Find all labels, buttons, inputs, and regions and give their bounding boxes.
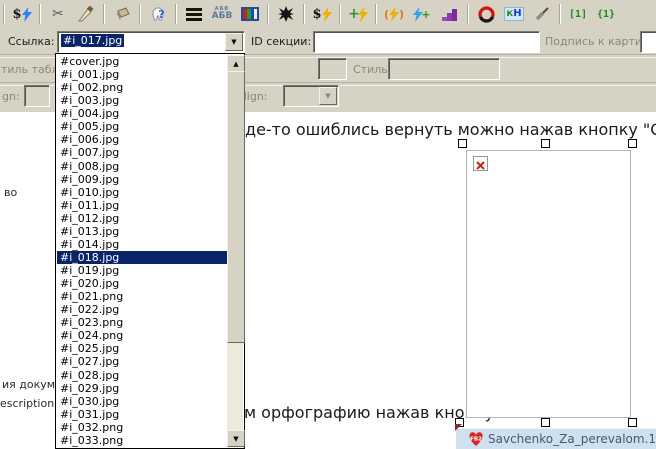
dropdown-item[interactable]: #i_032.png bbox=[57, 421, 227, 434]
selection-handle-bottom-center[interactable] bbox=[541, 418, 550, 427]
dropdown-item[interactable]: #i_004.jpg bbox=[57, 107, 227, 120]
dropdown-item[interactable]: #i_019.jpg bbox=[57, 264, 227, 277]
section-id-input[interactable] bbox=[313, 31, 540, 53]
toolbar-separator bbox=[0, 3, 8, 25]
align-label-fragment: gn: bbox=[2, 90, 20, 103]
toolbar-separator bbox=[172, 3, 180, 25]
link-combobox-dropdown-button[interactable]: ▼ bbox=[225, 33, 243, 51]
kh-icon[interactable]: кН bbox=[500, 2, 528, 26]
tooth-question-icon[interactable]: ? bbox=[144, 2, 172, 26]
dropdown-item[interactable]: #i_021.png bbox=[57, 290, 227, 303]
broken-image-icon bbox=[473, 156, 488, 171]
toolbar-separator bbox=[264, 3, 272, 25]
dropdown-item[interactable]: #i_020.jpg bbox=[57, 277, 227, 290]
link-dropdown-list: #cover.jpg#i_001.jpg#i_002.png#i_003.jpg… bbox=[55, 53, 245, 449]
link-combobox-value: #i_017.jpg bbox=[61, 34, 124, 47]
dropdown-item[interactable]: #i_003.jpg bbox=[57, 94, 227, 107]
style-label: Стиль: bbox=[353, 63, 391, 76]
brush-icon[interactable] bbox=[528, 2, 556, 26]
scroll-down-button[interactable]: ▼ bbox=[227, 430, 245, 447]
toolbar-separator bbox=[300, 3, 308, 25]
dropdown-item[interactable]: #i_007.jpg bbox=[57, 146, 227, 159]
section-id-label: ID секции: bbox=[251, 35, 311, 48]
dropdown-scrollbar[interactable]: ▲ ▼ bbox=[227, 55, 243, 447]
dropdown-item[interactable]: #i_006.jpg bbox=[57, 133, 227, 146]
dropdown-item[interactable]: #i_014.jpg bbox=[57, 238, 227, 251]
spellcheck-abv-icon[interactable]: АБВАБВ bbox=[208, 2, 236, 26]
valign-combobox-dropdown-button: ▼ bbox=[319, 87, 337, 105]
dropdown-item[interactable]: #cover.jpg bbox=[57, 55, 227, 68]
taskbar-button[interactable]: FB2 Savchenko_Za_perevalom.16167 bbox=[456, 428, 656, 449]
menu-lines-icon[interactable] bbox=[180, 2, 208, 26]
image-placeholder[interactable] bbox=[466, 150, 631, 418]
toolbar-separator bbox=[556, 3, 564, 25]
dropdown-item[interactable]: #i_018.jpg bbox=[57, 251, 227, 264]
bomb-icon[interactable] bbox=[272, 2, 300, 26]
left-panel-text-fragment: escription) bbox=[0, 397, 58, 410]
scrollbar-thumb[interactable] bbox=[227, 71, 245, 343]
dropdown-item[interactable]: #i_010.jpg bbox=[57, 186, 227, 199]
dropdown-item[interactable]: #i_002.png bbox=[57, 81, 227, 94]
left-panel-text-fragment: во bbox=[4, 186, 17, 199]
selection-handle-bottom-right[interactable] bbox=[628, 418, 637, 427]
fb2-file-icon: FB2 bbox=[469, 432, 483, 447]
toolbar-separator bbox=[464, 3, 472, 25]
dropdown-items: #cover.jpg#i_001.jpg#i_002.png#i_003.jpg… bbox=[57, 55, 227, 447]
blue-bolt-plus-icon[interactable]: + bbox=[408, 2, 436, 26]
eraser-icon[interactable] bbox=[108, 2, 136, 26]
dropdown-item[interactable]: #i_033.png bbox=[57, 434, 227, 447]
document-text-line: де-то ошиблись вернуть можно нажав кнопк… bbox=[245, 120, 656, 139]
dropdown-item[interactable]: #i_024.png bbox=[57, 329, 227, 342]
caption-input[interactable] bbox=[640, 31, 656, 53]
red-ring-icon[interactable] bbox=[472, 2, 500, 26]
dropdown-item[interactable]: #i_013.jpg bbox=[57, 225, 227, 238]
dollar-blue-bolt-icon[interactable]: $ bbox=[8, 2, 36, 26]
dropdown-item[interactable]: #i_023.png bbox=[57, 316, 227, 329]
taskbar-file-label: Savchenko_Za_perevalom.16167 bbox=[488, 432, 656, 446]
brace-one-icon[interactable]: {1} bbox=[592, 2, 620, 26]
dropdown-item[interactable]: #i_009.jpg bbox=[57, 173, 227, 186]
editor-window: $✂?АБВАБВ$+()+кН[1]{1} Ссылка: #i_017.jp… bbox=[0, 0, 656, 449]
dollar-gold-bolt-icon[interactable]: $ bbox=[308, 2, 336, 26]
dropdown-item[interactable]: #i_028.jpg bbox=[57, 369, 227, 382]
toolbar-separator bbox=[36, 3, 44, 25]
link-label: Ссылка: bbox=[8, 35, 55, 48]
style-input bbox=[388, 58, 500, 80]
toolbar-separator bbox=[336, 3, 344, 25]
toolbar: $✂?АБВАБВ$+()+кН[1]{1} bbox=[0, 0, 656, 29]
knife-icon[interactable] bbox=[72, 2, 100, 26]
dropdown-item[interactable]: #i_029.jpg bbox=[57, 382, 227, 395]
stairs-icon[interactable] bbox=[436, 2, 464, 26]
align-combobox-fragment bbox=[24, 85, 50, 107]
dropdown-item[interactable]: #i_011.jpg bbox=[57, 199, 227, 212]
braces-bolt-icon[interactable]: () bbox=[380, 2, 408, 26]
dropdown-item[interactable]: #i_022.jpg bbox=[57, 303, 227, 316]
dropdown-item[interactable]: #i_008.jpg bbox=[57, 160, 227, 173]
toolbar-separator bbox=[136, 3, 144, 25]
dropdown-item[interactable]: #i_027.jpg bbox=[57, 355, 227, 368]
dropdown-item[interactable]: #i_001.jpg bbox=[57, 68, 227, 81]
scissors-icon[interactable]: ✂ bbox=[44, 2, 72, 26]
dropdown-item[interactable]: #i_030.jpg bbox=[57, 395, 227, 408]
dropdown-item[interactable]: #i_025.jpg bbox=[57, 342, 227, 355]
dropdown-item[interactable]: #i_031.jpg bbox=[57, 408, 227, 421]
toolbar-separator bbox=[100, 3, 108, 25]
table-style-combobox-fragment bbox=[318, 58, 347, 80]
dropdown-item[interactable]: #i_012.jpg bbox=[57, 212, 227, 225]
valign-combobox: ▼ bbox=[283, 85, 339, 107]
scroll-up-button[interactable]: ▲ bbox=[227, 55, 245, 72]
plus-gold-bolt-icon[interactable]: + bbox=[344, 2, 372, 26]
selection-handle-top-center[interactable] bbox=[541, 139, 550, 148]
dropdown-item[interactable]: #i_005.jpg bbox=[57, 120, 227, 133]
tooltip-corner bbox=[455, 424, 462, 431]
colors-tv-icon[interactable] bbox=[236, 2, 264, 26]
selection-handle-top-right[interactable] bbox=[628, 139, 637, 148]
toolbar-separator bbox=[372, 3, 380, 25]
bracket-one-icon[interactable]: [1] bbox=[564, 2, 592, 26]
link-combobox[interactable]: #i_017.jpg ▼ bbox=[57, 31, 245, 53]
svg-text:FB2: FB2 bbox=[470, 436, 482, 442]
selection-handle-top-left[interactable] bbox=[458, 139, 467, 148]
